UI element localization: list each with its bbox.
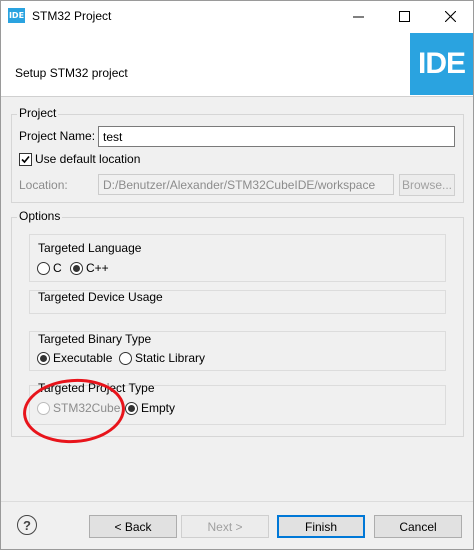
targeted-project-type-title: Targeted Project Type	[38, 381, 155, 395]
project-type-empty-radio[interactable]	[125, 402, 138, 415]
location-label: Location:	[19, 178, 68, 192]
minimize-icon	[352, 16, 364, 17]
ide-logo: IDE	[410, 33, 473, 95]
project-type-stm32cube-radio[interactable]	[37, 402, 50, 415]
ide-app-icon: IDE	[8, 8, 25, 23]
use-default-location-label: Use default location	[35, 152, 141, 166]
stm32-project-dialog: IDE STM32 Project Setup STM32 project ID…	[0, 0, 474, 550]
language-cpp-label: C++	[86, 261, 109, 275]
checkmark-icon	[21, 155, 30, 164]
wizard-header: Setup STM32 project IDE	[1, 31, 473, 97]
maximize-button[interactable]	[381, 1, 427, 31]
finish-button[interactable]: Finish	[277, 515, 365, 538]
targeted-binary-type-title: Targeted Binary Type	[38, 332, 152, 346]
targeted-device-usage-title: Targeted Device Usage	[38, 290, 163, 304]
back-button[interactable]: < Back	[89, 515, 177, 538]
language-c-label: C	[53, 261, 62, 275]
targeted-language-title: Targeted Language	[38, 241, 142, 255]
language-c-radio[interactable]	[37, 262, 50, 275]
close-button[interactable]	[427, 1, 473, 31]
binary-executable-label: Executable	[53, 351, 113, 365]
use-default-location-checkbox[interactable]	[19, 153, 32, 166]
project-type-stm32cube-label: STM32Cube	[53, 401, 121, 415]
project-name-label: Project Name:	[19, 129, 96, 143]
close-icon	[444, 10, 456, 22]
location-input[interactable]: D:/Benutzer/Alexander/STM32CubeIDE/works…	[98, 174, 394, 195]
binary-executable-radio[interactable]	[37, 352, 50, 365]
project-name-input[interactable]: test	[98, 126, 455, 147]
minimize-button[interactable]	[335, 1, 381, 31]
project-group-title: Project	[17, 106, 59, 120]
maximize-icon	[398, 10, 410, 22]
footer-separator	[1, 501, 473, 502]
options-group-title: Options	[17, 209, 63, 223]
binary-static-library-radio[interactable]	[119, 352, 132, 365]
browse-button[interactable]: Browse...	[399, 174, 455, 196]
binary-static-library-label: Static Library	[135, 351, 206, 365]
project-type-empty-label: Empty	[141, 401, 176, 415]
cancel-button[interactable]: Cancel	[374, 515, 462, 538]
page-title: Setup STM32 project	[15, 66, 128, 80]
title-bar: IDE STM32 Project	[1, 1, 473, 31]
next-button[interactable]: Next >	[181, 515, 269, 538]
window-title: STM32 Project	[32, 9, 112, 23]
language-cpp-radio[interactable]	[70, 262, 83, 275]
help-icon[interactable]: ?	[17, 515, 37, 535]
